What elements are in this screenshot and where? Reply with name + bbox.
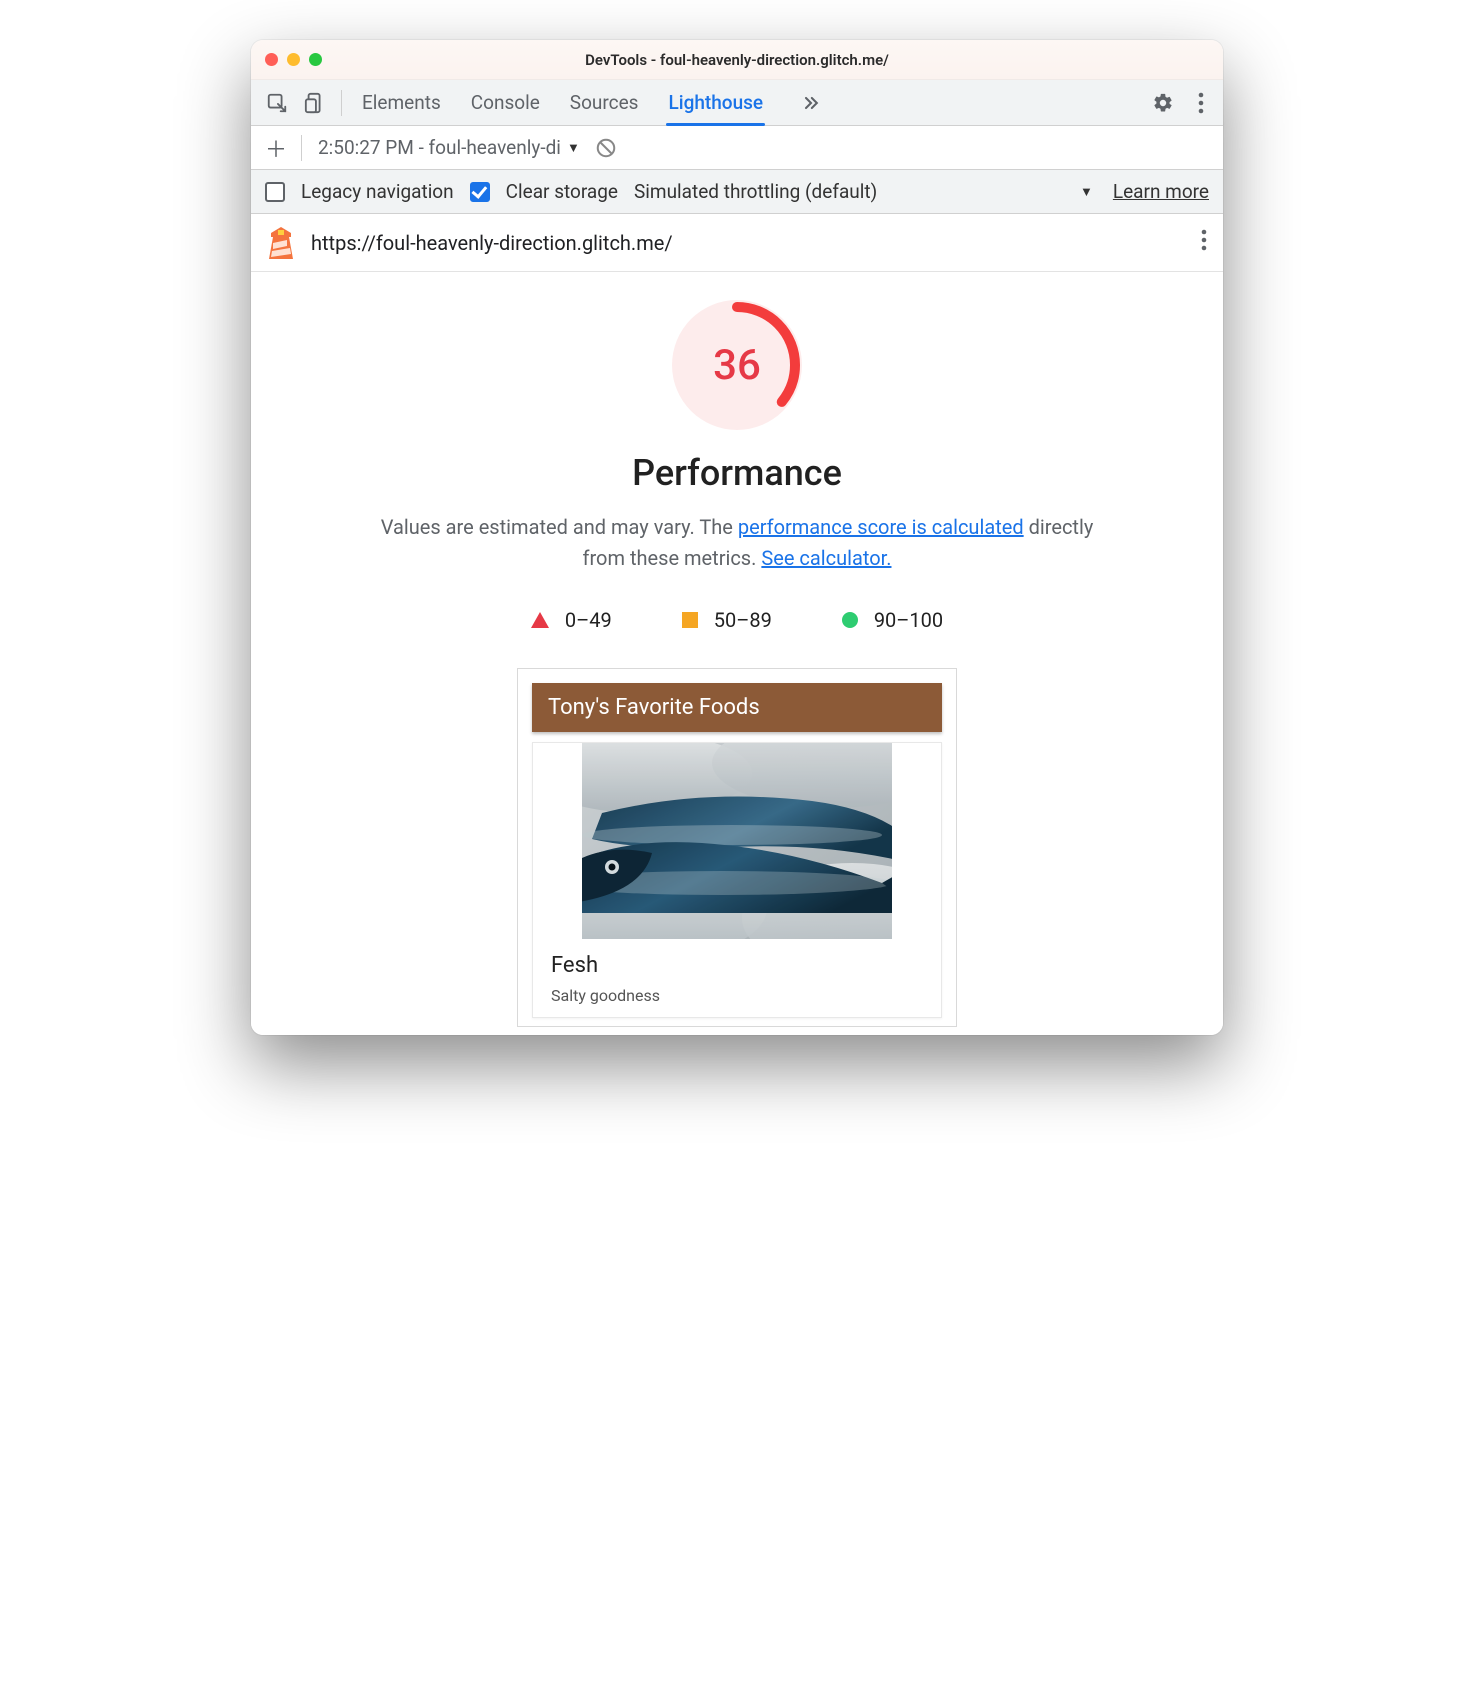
separator (301, 135, 302, 161)
window-title: DevTools - foul-heavenly-direction.glitc… (251, 51, 1223, 69)
lighthouse-report: 36 Performance Values are estimated and … (251, 272, 1223, 1035)
separator (341, 90, 342, 116)
zoom-window-button[interactable] (309, 53, 322, 66)
tab-elements[interactable]: Elements (362, 80, 441, 125)
category-description: Values are estimated and may vary. The p… (367, 512, 1107, 574)
minimize-window-button[interactable] (287, 53, 300, 66)
legend-high-label: 90–100 (874, 608, 943, 632)
device-toolbar-icon[interactable] (303, 91, 327, 115)
learn-more-link[interactable]: Learn more (1113, 180, 1209, 203)
legend-mid-label: 50–89 (714, 608, 772, 632)
legend-high: 90–100 (842, 608, 943, 632)
inspect-element-icon[interactable] (265, 91, 289, 115)
preview-card: Fesh Salty goodness (532, 742, 942, 1018)
tab-lighthouse[interactable]: Lighthouse (668, 80, 763, 125)
legacy-navigation-checkbox[interactable] (265, 182, 285, 202)
tab-sources[interactable]: Sources (570, 80, 639, 125)
report-url-bar: https://foul-heavenly-direction.glitch.m… (251, 214, 1223, 272)
square-icon (682, 612, 698, 628)
chevron-down-icon[interactable]: ▼ (1080, 184, 1093, 200)
page-screenshot-preview: Tony's Favorite Foods (517, 668, 957, 1027)
score-legend: 0–49 50–89 90–100 (251, 608, 1223, 632)
traffic-lights (265, 53, 322, 66)
report-menu-icon[interactable] (1201, 229, 1207, 256)
devtools-window: DevTools - foul-heavenly-direction.glitc… (251, 40, 1223, 1035)
fish-image-icon (582, 743, 892, 939)
more-options-icon[interactable] (1189, 91, 1213, 115)
lighthouse-options-bar: Legacy navigation Clear storage Simulate… (251, 170, 1223, 214)
preview-item-subtitle: Salty goodness (551, 986, 923, 1005)
close-window-button[interactable] (265, 53, 278, 66)
perf-score-calc-link[interactable]: performance score is calculated (738, 515, 1024, 539)
legend-low: 0–49 (531, 608, 612, 632)
clear-storage-checkbox[interactable] (470, 182, 490, 202)
tab-list: Elements Console Sources Lighthouse (362, 80, 823, 125)
category-title: Performance (251, 452, 1223, 494)
circle-icon (842, 612, 858, 628)
preview-heading: Tony's Favorite Foods (532, 683, 942, 732)
performance-score-value: 36 (672, 300, 802, 430)
see-calculator-link[interactable]: See calculator. (761, 546, 891, 570)
settings-gear-icon[interactable] (1151, 91, 1175, 115)
performance-score-gauge: 36 (672, 300, 802, 430)
tab-console[interactable]: Console (471, 80, 540, 125)
lighthouse-logo-icon (267, 227, 295, 259)
clear-report-icon[interactable] (594, 136, 618, 160)
lighthouse-run-toolbar: ＋ 2:50:27 PM - foul-heavenly-di ▼ (251, 126, 1223, 170)
devtools-tabs-bar: Elements Console Sources Lighthouse (251, 80, 1223, 126)
desc-text: Values are estimated and may vary. The (381, 515, 738, 539)
report-run-dropdown[interactable]: 2:50:27 PM - foul-heavenly-di ▼ (318, 136, 580, 159)
legend-mid: 50–89 (682, 608, 772, 632)
preview-item-title: Fesh (551, 953, 923, 978)
legacy-navigation-label: Legacy navigation (301, 180, 454, 203)
more-tabs-icon[interactable] (799, 91, 823, 115)
tested-url: https://foul-heavenly-direction.glitch.m… (311, 231, 673, 255)
clear-storage-label: Clear storage (506, 180, 618, 203)
report-run-label: 2:50:27 PM - foul-heavenly-di (318, 136, 561, 159)
legend-low-label: 0–49 (565, 608, 612, 632)
chevron-down-icon: ▼ (567, 140, 580, 156)
new-report-button[interactable]: ＋ (265, 132, 287, 164)
titlebar: DevTools - foul-heavenly-direction.glitc… (251, 40, 1223, 80)
throttling-label: Simulated throttling (default) (634, 180, 877, 203)
triangle-icon (531, 612, 549, 628)
